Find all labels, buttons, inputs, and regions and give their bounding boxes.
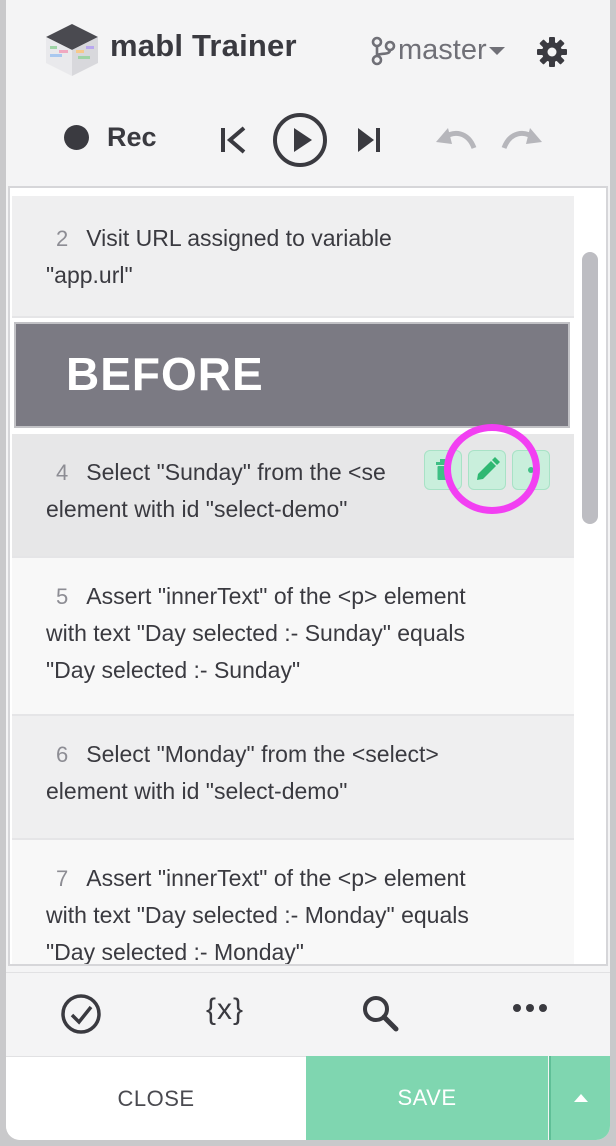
- step-text-continued: element with id "select-demo": [46, 778, 348, 804]
- edit-step-button[interactable]: [468, 450, 506, 490]
- play-icon[interactable]: [272, 112, 328, 168]
- more-icon: [528, 467, 534, 473]
- step-number: 4: [56, 460, 69, 485]
- close-button[interactable]: CLOSE: [6, 1056, 306, 1140]
- step-number: 2: [56, 226, 69, 251]
- before-banner: BEFORE: [14, 322, 570, 428]
- gear-icon[interactable]: [536, 36, 568, 68]
- delete-step-button[interactable]: [424, 450, 462, 490]
- branch-selector[interactable]: master: [370, 34, 509, 67]
- footer: CLOSE SAVE: [6, 1056, 610, 1140]
- branch-name: master: [398, 34, 487, 66]
- step-number: 6: [56, 742, 69, 767]
- header: mabl Trainer master Rec: [6, 0, 610, 184]
- skip-back-icon[interactable]: [218, 124, 248, 156]
- steps-list: 2 Visit URL assigned to variable "app.url…: [8, 186, 608, 966]
- step-text-continued: "app.url": [46, 262, 133, 288]
- logo-icon: [46, 24, 98, 76]
- step-text-continued: element with id "select-demo": [46, 496, 348, 522]
- caret-up-icon: [573, 1094, 588, 1102]
- step-text: Select "Sunday" from the <se: [86, 459, 386, 485]
- find-element-button[interactable]: [360, 993, 400, 1033]
- step-item[interactable]: 6 Select "Monday" from the <select> eleme…: [12, 716, 574, 840]
- step-number: 5: [56, 584, 69, 609]
- playback-controls: Rec: [6, 112, 610, 168]
- step-action-buttons: [424, 450, 550, 492]
- search-icon: [363, 996, 399, 1032]
- step-text: Visit URL assigned to variable: [86, 225, 392, 251]
- ellipsis-icon: [513, 1004, 547, 1012]
- pencil-icon: [477, 457, 500, 480]
- branch-icon: [371, 36, 396, 65]
- assertion-button[interactable]: [60, 993, 102, 1035]
- record-label: Rec: [107, 122, 157, 152]
- save-options-button[interactable]: [549, 1056, 610, 1140]
- chevron-down-icon: [488, 46, 505, 55]
- step-number: 7: [56, 866, 69, 891]
- trash-icon: [436, 459, 450, 480]
- trainer-window: mabl Trainer master Rec 2 Visit URL assi…: [6, 0, 610, 1140]
- step-item[interactable]: 2 Visit URL assigned to variable "app.url…: [12, 196, 574, 318]
- step-text: Assert "innerText" of the <p> element: [86, 583, 466, 609]
- step-text-continued: with text "Day selected :- Monday" equal…: [46, 902, 469, 928]
- step-text: Select "Monday" from the <select>: [86, 741, 439, 767]
- step-item[interactable]: 5 Assert "innerText" of the <p> element w…: [12, 558, 574, 716]
- step-item[interactable]: 7 Assert "innerText" of the <p> element w…: [12, 840, 574, 965]
- more-step-actions-button[interactable]: [512, 450, 550, 490]
- app-title: mabl Trainer: [110, 28, 297, 63]
- record-button[interactable]: Rec: [64, 122, 157, 153]
- scrollbar-thumb[interactable]: [582, 252, 598, 524]
- variables-button[interactable]: {x}: [206, 993, 244, 1027]
- more-options-button[interactable]: [512, 1003, 548, 1013]
- redo-icon[interactable]: [500, 126, 544, 156]
- save-button[interactable]: SAVE: [306, 1056, 548, 1140]
- record-dot-icon: [64, 125, 89, 150]
- skip-forward-icon[interactable]: [354, 124, 384, 156]
- step-text-continued: "Day selected :- Monday": [46, 939, 304, 965]
- step-text-continued: with text "Day selected :- Sunday" equal…: [46, 620, 466, 646]
- bottom-toolbar: {x}: [6, 972, 610, 1057]
- step-text-continued: "Day selected :- Sunday": [46, 657, 301, 683]
- check-circle-icon: [61, 994, 101, 1034]
- undo-icon[interactable]: [434, 126, 478, 156]
- step-text: Assert "innerText" of the <p> element: [86, 865, 466, 891]
